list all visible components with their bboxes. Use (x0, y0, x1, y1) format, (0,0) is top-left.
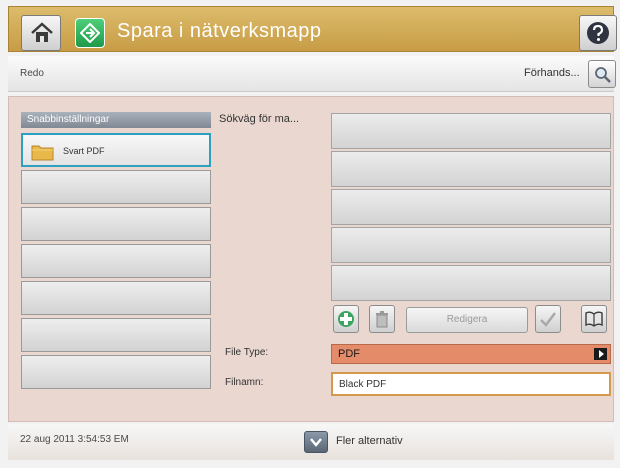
book-icon (585, 311, 603, 327)
network-folder-icon (75, 18, 105, 48)
quick-set-empty-slot[interactable] (21, 281, 211, 315)
file-name-label: Filnamn: (225, 377, 264, 388)
home-icon (31, 22, 53, 42)
file-type-label: File Type: (225, 347, 269, 358)
browse-button[interactable] (581, 305, 607, 333)
quick-set-empty-slot[interactable] (21, 244, 211, 278)
quick-set-empty-slot[interactable] (21, 355, 211, 389)
device-screen: Spara i nätverksmapp Redo Förhands... Sn… (0, 0, 620, 468)
confirm-button[interactable] (535, 305, 561, 333)
quick-sets-header: Snabbinställningar (21, 112, 211, 128)
chevron-down-icon (310, 438, 322, 447)
add-path-button[interactable] (333, 305, 359, 333)
status-text: Redo (20, 68, 44, 79)
preview-label: Förhands... (524, 67, 580, 79)
file-name-input[interactable] (331, 372, 611, 396)
chevron-right-icon (599, 350, 604, 358)
folder-path-row[interactable] (331, 151, 611, 187)
dropdown-arrow (594, 348, 607, 360)
plus-icon (338, 311, 354, 327)
footer-bar: 22 aug 2011 3:54:53 EM Fler alternativ (8, 424, 614, 460)
folder-icon (31, 145, 54, 161)
edit-button[interactable]: Redigera (406, 307, 528, 333)
quick-set-empty-slot[interactable] (21, 318, 211, 352)
folder-path-row[interactable] (331, 189, 611, 225)
trash-icon (376, 311, 388, 328)
quick-set-item[interactable]: Svart PDF (21, 133, 211, 167)
delete-path-button[interactable] (369, 305, 395, 333)
help-icon (587, 22, 609, 44)
file-type-select[interactable]: PDF (331, 344, 611, 364)
home-button[interactable] (21, 15, 61, 51)
status-bar: Redo Förhands... (8, 56, 616, 92)
folder-path-label: Sökväg för ma... (219, 113, 300, 125)
page-title: Spara i nätverksmapp (117, 20, 322, 42)
magnifier-icon (595, 67, 611, 83)
folder-path-row[interactable] (331, 113, 611, 149)
date-time: 22 aug 2011 3:54:53 EM (20, 434, 129, 445)
quick-set-empty-slot[interactable] (21, 207, 211, 241)
help-button[interactable] (579, 15, 617, 51)
preview-button[interactable] (588, 60, 616, 88)
quick-set-label: Svart PDF (63, 146, 105, 156)
folder-path-row[interactable] (331, 227, 611, 263)
file-type-value: PDF (338, 348, 360, 360)
more-options-button[interactable] (304, 431, 328, 453)
title-bar: Spara i nätverksmapp (8, 6, 617, 52)
quick-set-empty-slot[interactable] (21, 170, 211, 204)
folder-path-row[interactable] (331, 265, 611, 301)
more-options-label[interactable]: Fler alternativ (336, 435, 403, 447)
checkmark-icon (540, 312, 556, 327)
main-panel: Snabbinställningar Svart PDF Sökväg för … (8, 96, 614, 422)
